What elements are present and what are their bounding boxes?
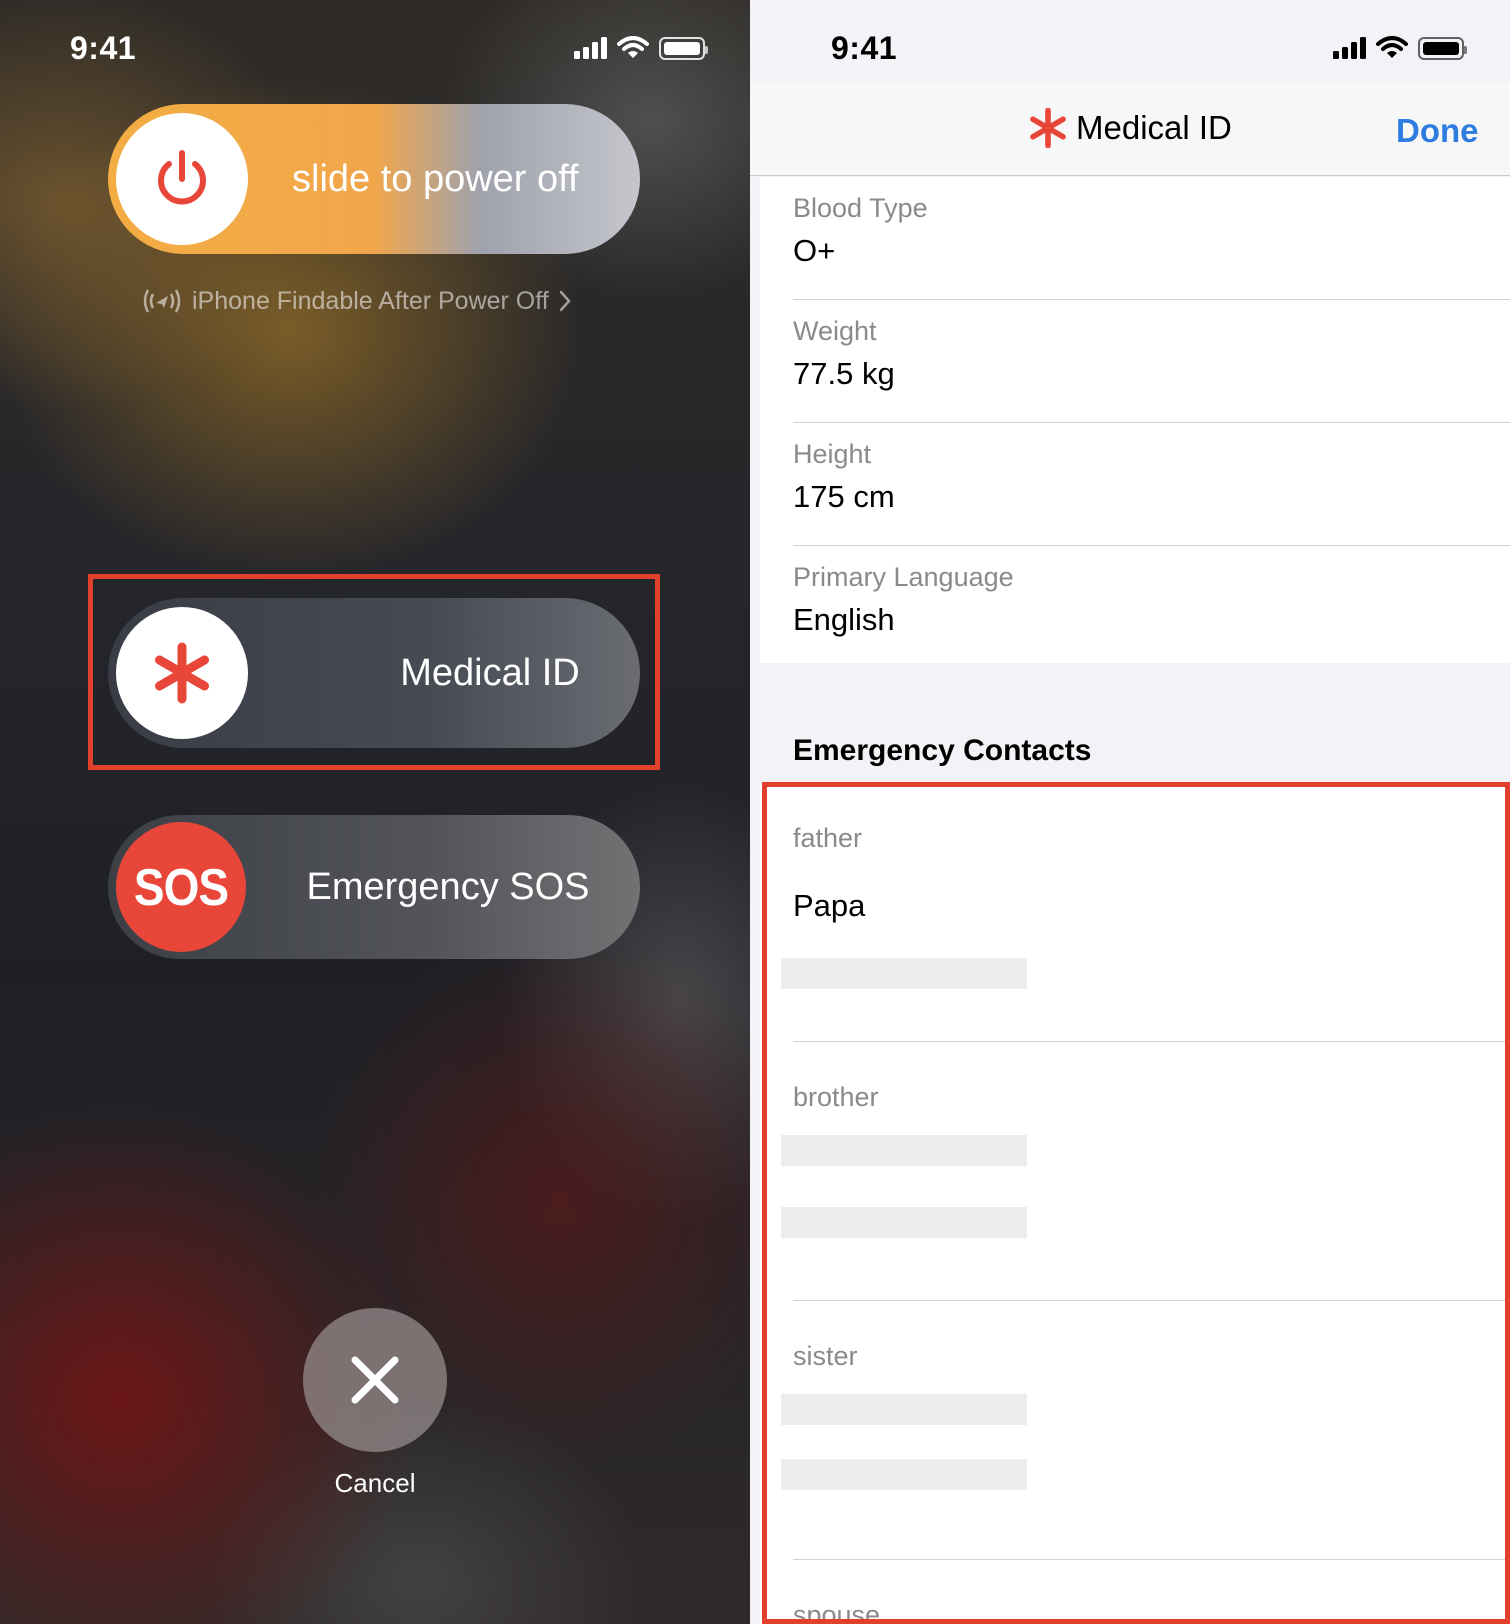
navigation-bar: Medical ID Done [750, 82, 1510, 176]
close-icon [351, 1356, 399, 1404]
emergency-contacts-card: father Papa brother sister spouse [760, 783, 1510, 1624]
asterisk-icon [155, 642, 209, 704]
findable-wave-icon [143, 289, 181, 313]
findable-text: iPhone Findable After Power Off [192, 286, 549, 315]
contact-relation: brother [793, 1082, 879, 1112]
info-row-blood-type: Blood Type O+ [793, 177, 1510, 300]
emergency-sos-label: Emergency SOS [306, 865, 590, 908]
power-off-slider[interactable]: slide to power off [108, 104, 640, 254]
power-off-knob[interactable] [116, 113, 248, 245]
redacted-phone-number [781, 1207, 1027, 1238]
info-row-height: Height 175 cm [793, 423, 1510, 546]
info-row-weight: Weight 77.5 kg [793, 300, 1510, 423]
cancel-label: Cancel [334, 1468, 416, 1498]
contact-relation: spouse [793, 1600, 881, 1624]
info-value: 77.5 kg [793, 356, 895, 391]
medical-id-screen: 9:41 Medical ID Done Blood Type O+ Weigh… [750, 0, 1510, 1624]
medical-id-knob[interactable] [116, 607, 248, 739]
info-value: O+ [793, 233, 836, 268]
contact-name: Papa [793, 888, 866, 923]
battery-icon [1418, 36, 1467, 60]
status-time: 9:41 [70, 30, 137, 66]
status-time: 9:41 [831, 30, 898, 66]
info-label: Primary Language [793, 562, 1014, 592]
power-icon [158, 150, 206, 205]
redacted-contact-name [781, 1394, 1027, 1425]
cellular-signal-icon [574, 37, 607, 59]
emergency-sos-slider[interactable]: SOS Emergency SOS [108, 815, 640, 959]
cellular-signal-icon [1333, 37, 1366, 59]
cancel-button[interactable] [303, 1308, 447, 1452]
power-off-screen: 9:41 slide to power off iPhone Findable … [0, 0, 750, 1624]
info-value: 175 cm [793, 479, 895, 514]
sos-badge: SOS [133, 857, 229, 917]
contact-row-sister[interactable]: sister [781, 1301, 1510, 1560]
wifi-icon [617, 36, 649, 58]
info-value: English [793, 602, 895, 637]
done-button[interactable]: Done [1396, 112, 1479, 150]
medical-id-slider[interactable]: Medical ID [108, 598, 640, 748]
medical-info-card: Blood Type O+ Weight 77.5 kg Height 175 … [760, 177, 1510, 663]
wifi-icon [1376, 36, 1408, 58]
findable-after-power-off-link[interactable]: iPhone Findable After Power Off [140, 286, 620, 316]
redacted-contact-name [781, 1135, 1027, 1166]
nav-title-text: Medical ID [1076, 109, 1232, 146]
contact-relation: sister [793, 1341, 858, 1371]
asterisk-icon [1030, 108, 1066, 148]
info-label: Weight [793, 316, 877, 346]
chevron-right-icon [559, 290, 571, 312]
contact-relation: father [793, 823, 863, 853]
info-label: Height [793, 439, 872, 469]
redacted-phone-number [781, 1459, 1027, 1490]
status-bar-icons [1333, 36, 1467, 60]
battery-icon [659, 36, 708, 60]
redacted-phone-number [781, 958, 1027, 989]
sos-knob[interactable]: SOS [116, 822, 246, 952]
contact-row-brother[interactable]: brother [781, 1042, 1510, 1301]
emergency-contacts-header: Emergency Contacts [793, 734, 1092, 767]
nav-title: Medical ID [1028, 108, 1232, 148]
power-off-label: slide to power off [292, 157, 579, 200]
contact-row-father[interactable]: father Papa [781, 783, 1510, 1042]
medical-id-label: Medical ID [400, 651, 580, 694]
info-row-primary-language: Primary Language English [793, 546, 1510, 669]
contact-row-spouse[interactable]: spouse [793, 1560, 1510, 1624]
status-bar-icons [574, 36, 708, 60]
info-label: Blood Type [793, 193, 928, 223]
